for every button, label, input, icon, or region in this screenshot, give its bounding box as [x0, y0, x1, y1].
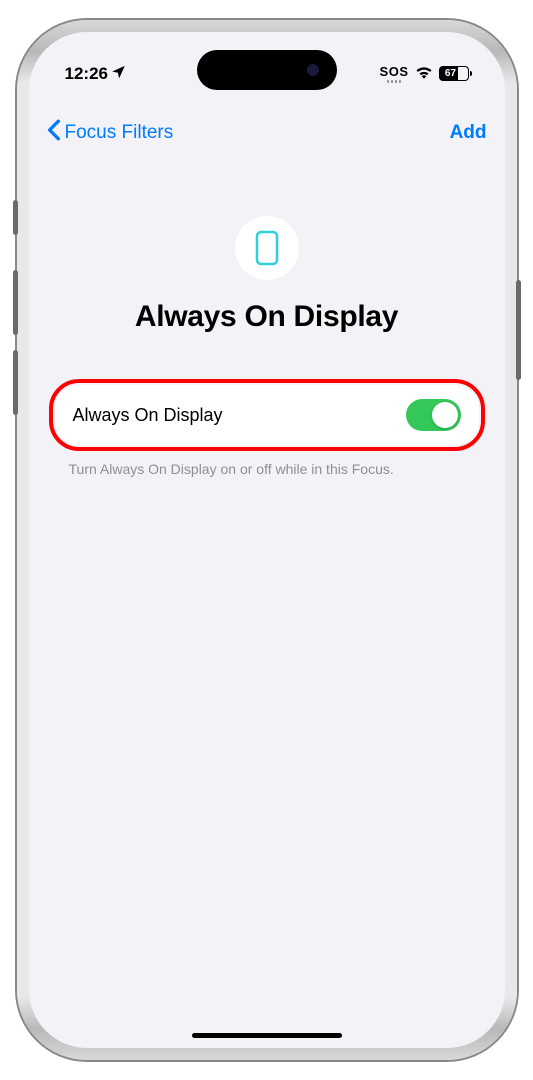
status-right: SOS 67: [380, 64, 469, 84]
side-button: [13, 200, 18, 235]
content: Always On Display Always On Display Turn…: [29, 216, 505, 477]
add-button[interactable]: Add: [450, 122, 487, 144]
footer-description: Turn Always On Display on or off while i…: [49, 451, 485, 477]
home-indicator[interactable]: [192, 1033, 342, 1038]
battery-level: 67: [440, 67, 459, 80]
display-icon: [235, 216, 299, 280]
nav-bar: Focus Filters Add: [29, 105, 505, 161]
sos-indicator: SOS: [380, 64, 409, 83]
highlight-annotation: Always On Display: [49, 379, 485, 451]
location-icon: [111, 64, 126, 84]
battery-icon: 67: [439, 66, 469, 81]
hero: Always On Display: [49, 216, 485, 334]
side-button: [13, 270, 18, 335]
back-label: Focus Filters: [65, 122, 174, 144]
side-button: [13, 350, 18, 415]
status-left: 12:26: [65, 64, 126, 84]
page-title: Always On Display: [49, 300, 485, 334]
chevron-left-icon: [47, 119, 61, 147]
wifi-icon: [415, 64, 433, 84]
back-button[interactable]: Focus Filters: [47, 119, 174, 147]
status-time: 12:26: [65, 64, 108, 84]
always-on-display-row[interactable]: Always On Display: [55, 385, 479, 445]
setting-label: Always On Display: [73, 405, 223, 426]
phone-frame: 12:26 SOS 67: [17, 20, 517, 1060]
side-button: [516, 280, 521, 380]
always-on-display-toggle[interactable]: [406, 399, 461, 431]
screen: 12:26 SOS 67: [29, 32, 505, 1048]
dynamic-island: [197, 50, 337, 90]
